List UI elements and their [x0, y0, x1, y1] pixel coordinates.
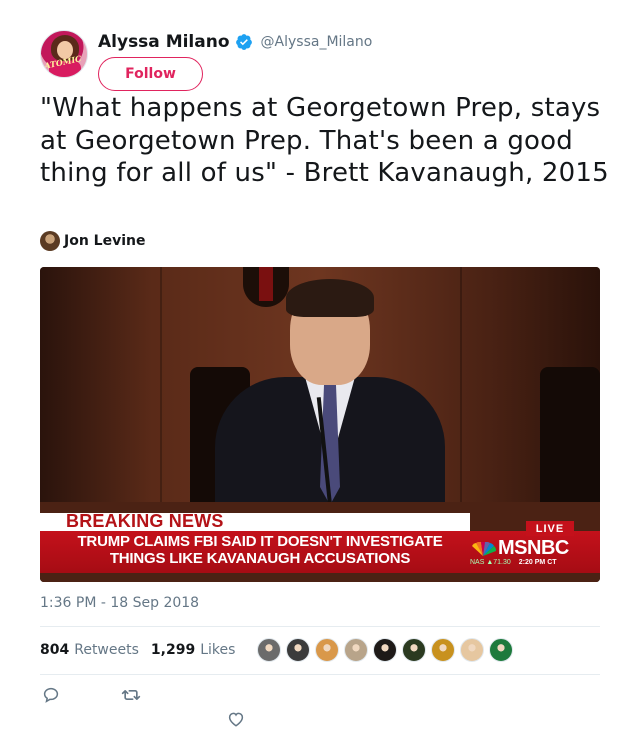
- tweet-timestamp[interactable]: 1:36 PM - 18 Sep 2018: [40, 595, 199, 611]
- liker-avatar-1[interactable]: [257, 638, 282, 662]
- tweet-header: ATOMIC Alyssa Milano @Alyssa_Milano Foll…: [40, 30, 600, 94]
- follow-button[interactable]: Follow: [98, 57, 203, 91]
- stock-ticker: NAS ▲71.30 2:20 PM CT: [470, 559, 590, 566]
- media-author-name[interactable]: Jon Levine: [64, 233, 145, 249]
- heart-icon[interactable]: [225, 708, 247, 730]
- retweets-count[interactable]: 804: [40, 642, 69, 658]
- chyron-headline: TRUMP CLAIMS FBI SAID IT DOESN'T INVESTI…: [77, 533, 443, 567]
- liker-avatar-9[interactable]: [489, 638, 514, 662]
- likes-label[interactable]: Likes: [200, 642, 235, 658]
- liker-avatar-7[interactable]: [431, 638, 456, 662]
- divider: [40, 674, 600, 675]
- peacock-icon: [472, 541, 496, 556]
- author-line: Alyssa Milano @Alyssa_Milano: [98, 32, 372, 52]
- ticker-time: 2:20 PM CT: [518, 559, 557, 566]
- verified-badge-icon: [235, 33, 253, 51]
- liker-avatar-4[interactable]: [344, 638, 369, 662]
- author-name[interactable]: Alyssa Milano: [98, 32, 230, 52]
- network-logo: MSNBC: [470, 537, 580, 560]
- media-author-avatar: [40, 231, 60, 251]
- speaker-hair: [286, 279, 374, 317]
- embedded-video[interactable]: BREAKING NEWS TRUMP CLAIMS FBI SAID IT D…: [40, 267, 600, 582]
- author-avatar[interactable]: ATOMIC: [40, 30, 88, 78]
- liker-avatar-8[interactable]: [460, 638, 485, 662]
- likes-count[interactable]: 1,299: [151, 642, 195, 658]
- retweets-label[interactable]: Retweets: [74, 642, 139, 658]
- tweet-actions: [40, 680, 600, 730]
- retweet-icon[interactable]: [120, 684, 142, 706]
- liker-avatar-2[interactable]: [286, 638, 311, 662]
- author-handle[interactable]: @Alyssa_Milano: [261, 34, 373, 50]
- chair-right: [540, 367, 600, 517]
- live-badge: LIVE: [526, 521, 574, 536]
- network-name: MSNBC: [498, 537, 569, 559]
- liker-avatar-3[interactable]: [315, 638, 340, 662]
- liker-avatar-6[interactable]: [402, 638, 427, 662]
- liker-avatar-5[interactable]: [373, 638, 398, 662]
- liker-avatars: [257, 638, 518, 662]
- tweet-text: "What happens at Georgetown Prep, stays …: [40, 93, 609, 188]
- reply-icon[interactable]: [40, 684, 62, 706]
- tweet-stats: 804 Retweets 1,299 Likes: [40, 636, 600, 664]
- breaking-news-label: BREAKING NEWS: [66, 511, 224, 531]
- media-attribution[interactable]: Jon Levine: [40, 231, 145, 251]
- divider: [40, 626, 600, 627]
- ticker-nasdaq: NAS ▲71.30: [470, 559, 511, 566]
